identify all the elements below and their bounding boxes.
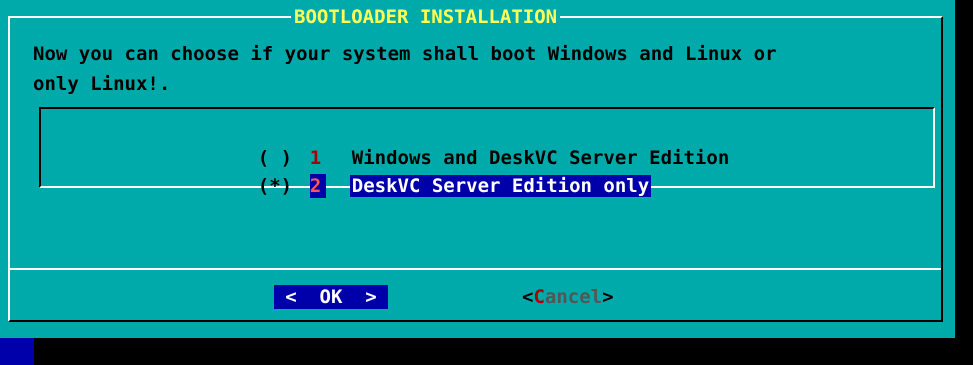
cancel-button[interactable]: <Cancel> xyxy=(522,285,614,309)
ok-button[interactable]: < OK > xyxy=(274,285,388,309)
cancel-hotkey: C xyxy=(533,286,545,308)
cancel-label-rest: ancel xyxy=(544,286,603,308)
dialog-shadow-bottom xyxy=(34,338,973,365)
option-tag: 2 xyxy=(309,174,326,198)
option-label: DeskVC Server Edition only xyxy=(349,175,652,197)
dialog-shadow-right xyxy=(955,0,973,338)
button-separator xyxy=(10,268,941,270)
message-line-1: Now you can choose if your system shall … xyxy=(33,43,777,65)
dialog-title: BOOTLOADER INSTALLATION xyxy=(291,6,561,28)
bootloader-dialog: BOOTLOADER INSTALLATION Now you can choo… xyxy=(0,0,955,338)
option-deskvc-only[interactable]: (*) 2 DeskVC Server Edition only xyxy=(212,150,652,198)
message-line-2: only Linux!. xyxy=(33,73,171,95)
radio-button-selected[interactable]: (*) xyxy=(258,174,310,198)
dialog-message: Now you can choose if your system shall … xyxy=(33,39,933,99)
option-windows-and-deskvc[interactable]: ( ) 1 Windows and DeskVC Server Edition xyxy=(212,122,731,169)
cancel-close-bracket: > xyxy=(602,286,614,308)
cancel-open-bracket: < xyxy=(522,286,534,308)
